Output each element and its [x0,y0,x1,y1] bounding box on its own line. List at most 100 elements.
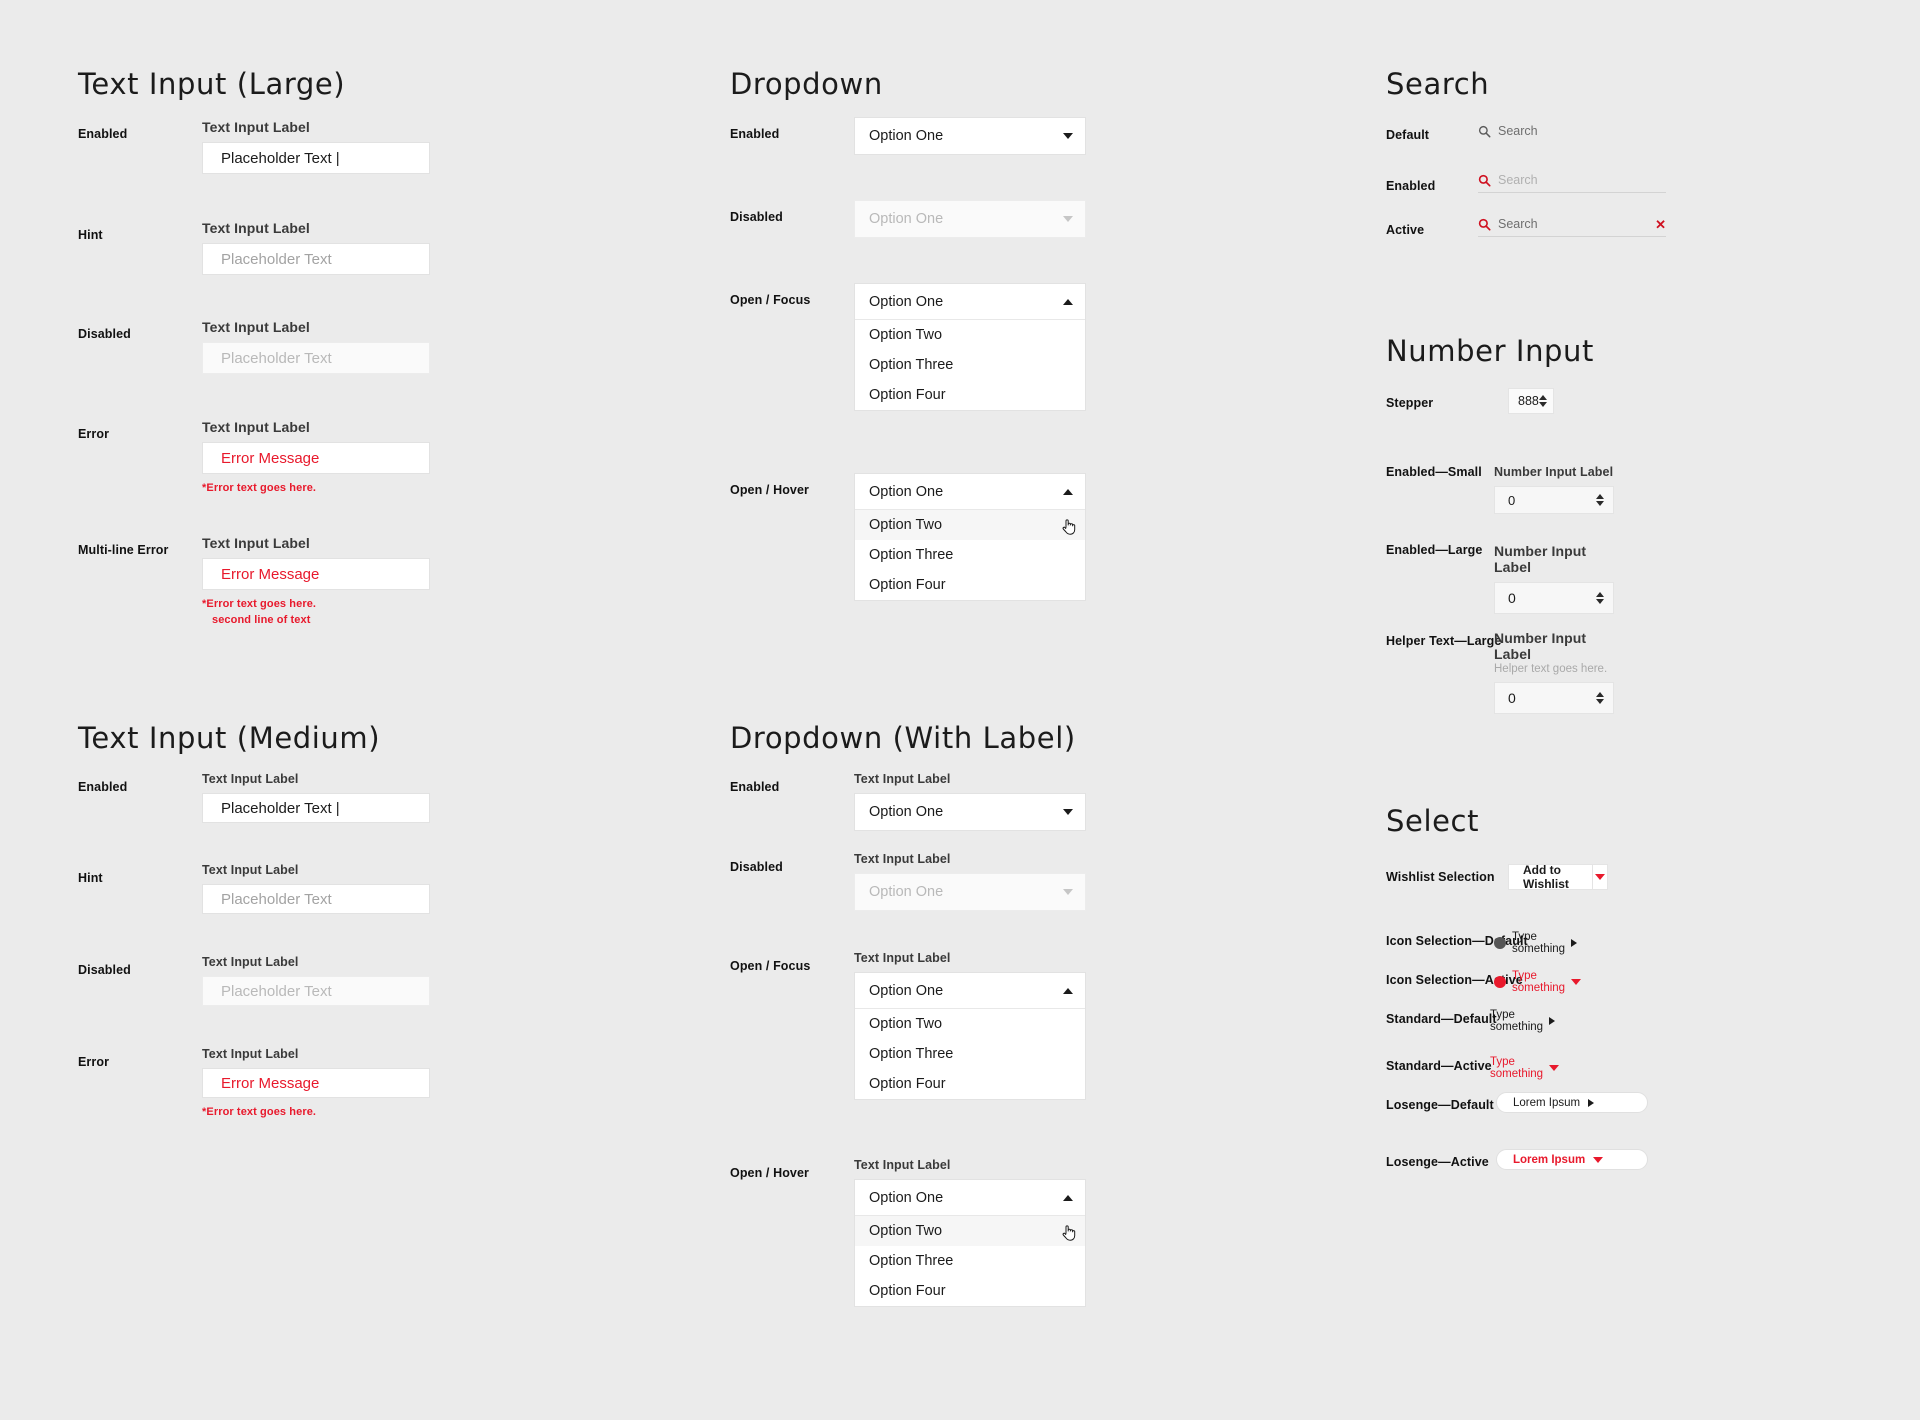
dropdown-option-hovered[interactable]: Option Two [855,510,1085,540]
icon-select-active[interactable]: Type something [1494,970,1582,994]
chevron-right-icon [1588,1098,1595,1107]
state-label: Enabled [730,127,780,141]
state-label: Disabled [730,210,783,224]
dropdown-option[interactable]: Option Two [855,1009,1085,1039]
losenge-select-active[interactable]: Lorem Ipsum [1496,1149,1648,1170]
stepper-arrows[interactable] [1596,592,1604,604]
stepper-arrows[interactable] [1596,494,1604,506]
dropdown-header[interactable]: Option One [855,118,1085,154]
add-to-wishlist-button[interactable]: Add to Wishlist [1508,863,1593,891]
input-value: Error Message [221,1074,320,1092]
state-label: Enabled [730,780,780,794]
text-input-enabled[interactable]: Placeholder Text | [202,142,430,174]
dropdown-option[interactable]: Option Three [855,350,1085,380]
dropdown-open-focus[interactable]: Option One Option Two Option Three Optio… [854,283,1086,411]
stepper-arrows[interactable] [1596,692,1604,704]
field-label: Number Input Label [1494,630,1587,662]
input-value: Error Message [221,565,320,583]
field-label: Text Input Label [854,1158,951,1172]
dropdown-option-label: Option Two [869,517,943,533]
icon-select-default[interactable]: Type something [1494,931,1578,955]
globe-icon [1494,976,1506,988]
state-label: Enabled [78,127,128,141]
search-default[interactable]: Search [1478,124,1538,138]
stepper-down-icon[interactable] [1596,699,1604,704]
stepper-arrows[interactable] [1539,395,1547,407]
field-label: Text Input Label [202,419,310,435]
dropdown-selected-value: Option One [869,293,944,310]
chevron-up-icon [1063,298,1073,305]
number-input-helper[interactable]: 0 [1494,682,1614,714]
dropdown-open-focus[interactable]: Option One Option Two Option Three Optio… [854,972,1086,1100]
stepper-down-icon[interactable] [1596,599,1604,604]
text-input-hint[interactable]: Placeholder Text [202,243,430,275]
stepper-down-icon[interactable] [1539,402,1547,407]
field-label: Text Input Label [202,955,299,969]
input-value: Placeholder Text | [221,799,340,817]
dropdown-option[interactable]: Option Two [855,320,1085,350]
dropdown-option[interactable]: Option Four [855,1069,1085,1099]
state-label: Enabled [1386,179,1436,193]
select-value: Type something [1512,931,1566,955]
field-label: Text Input Label [854,951,951,965]
text-input-error[interactable]: Error Message [202,442,430,474]
number-input-large[interactable]: 0 [1494,582,1614,614]
field-label: Text Input Label [854,772,951,786]
field-label: Number Input Label [1494,543,1587,575]
state-label: Helper Text—Large [1386,634,1502,648]
field-label: Text Input Label [202,319,310,335]
dropdown-open-hover[interactable]: Option One Option Two Option Three Optio… [854,473,1086,601]
stepper-up-icon[interactable] [1596,592,1604,597]
dropdown-enabled[interactable]: Option One [854,793,1086,831]
wishlist-dropdown-button[interactable] [1592,864,1608,890]
input-placeholder: Placeholder Text [221,349,332,367]
search-active[interactable]: Search ✕ [1478,217,1666,237]
dropdown-option[interactable]: Option Three [855,540,1085,570]
number-input-small[interactable]: 0 [1494,486,1614,514]
dropdown-open-hover[interactable]: Option One Option Two Option Three Optio… [854,1179,1086,1307]
helper-text: Helper text goes here. [1494,663,1608,675]
section-title-text-input-large: Text Input (Large) [78,67,346,101]
search-text: Search [1498,124,1538,138]
stepper-up-icon[interactable] [1539,395,1547,400]
dropdown-option[interactable]: Option Three [855,1246,1085,1276]
dropdown-option[interactable]: Option Three [855,1039,1085,1069]
dropdown-enabled[interactable]: Option One [854,117,1086,155]
field-label: Text Input Label [202,772,299,786]
dropdown-option-list: Option Two Option Three Option Four [855,510,1085,600]
dropdown-header[interactable]: Option One [855,474,1085,510]
stepper-down-icon[interactable] [1596,501,1604,506]
dropdown-header[interactable]: Option One [855,1180,1085,1216]
dropdown-header[interactable]: Option One [855,284,1085,320]
chevron-down-icon [1594,874,1605,880]
stepper-up-icon[interactable] [1596,692,1604,697]
stepper-up-icon[interactable] [1596,494,1604,499]
losenge-select-default[interactable]: Lorem Ipsum [1496,1092,1648,1113]
text-input-multiline-error[interactable]: Error Message [202,558,430,590]
standard-select-default[interactable]: Type something [1490,1009,1556,1033]
field-label: Text Input Label [202,535,310,551]
input-value: Error Message [221,449,320,467]
section-title-search: Search [1386,67,1490,101]
error-message-block: *Error text goes here. second line of te… [202,597,430,629]
text-input-enabled[interactable]: Placeholder Text | [202,793,430,823]
dropdown-option[interactable]: Option Four [855,570,1085,600]
dropdown-option[interactable]: Option Four [855,1276,1085,1306]
dropdown-option[interactable]: Option Four [855,380,1085,410]
dropdown-disabled: Option One [854,873,1086,911]
stepper-input[interactable]: 888 [1508,388,1554,414]
dropdown-option-list: Option Two Option Three Option Four [855,1009,1085,1099]
chevron-down-icon [1063,889,1073,895]
dropdown-header[interactable]: Option One [855,794,1085,830]
search-enabled[interactable]: Search [1478,173,1666,193]
dropdown-header[interactable]: Option One [855,973,1085,1009]
text-input-hint[interactable]: Placeholder Text [202,884,430,914]
standard-select-active[interactable]: Type something [1490,1056,1560,1080]
state-label: Enabled [78,780,128,794]
input-value: Placeholder Text | [221,149,340,167]
wishlist-select[interactable]: Add to Wishlist [1508,863,1608,891]
clear-search-icon[interactable]: ✕ [1655,218,1666,231]
state-label: Wishlist Selection [1386,870,1495,884]
dropdown-option-hovered[interactable]: Option Two [855,1216,1085,1246]
text-input-error[interactable]: Error Message [202,1068,430,1098]
